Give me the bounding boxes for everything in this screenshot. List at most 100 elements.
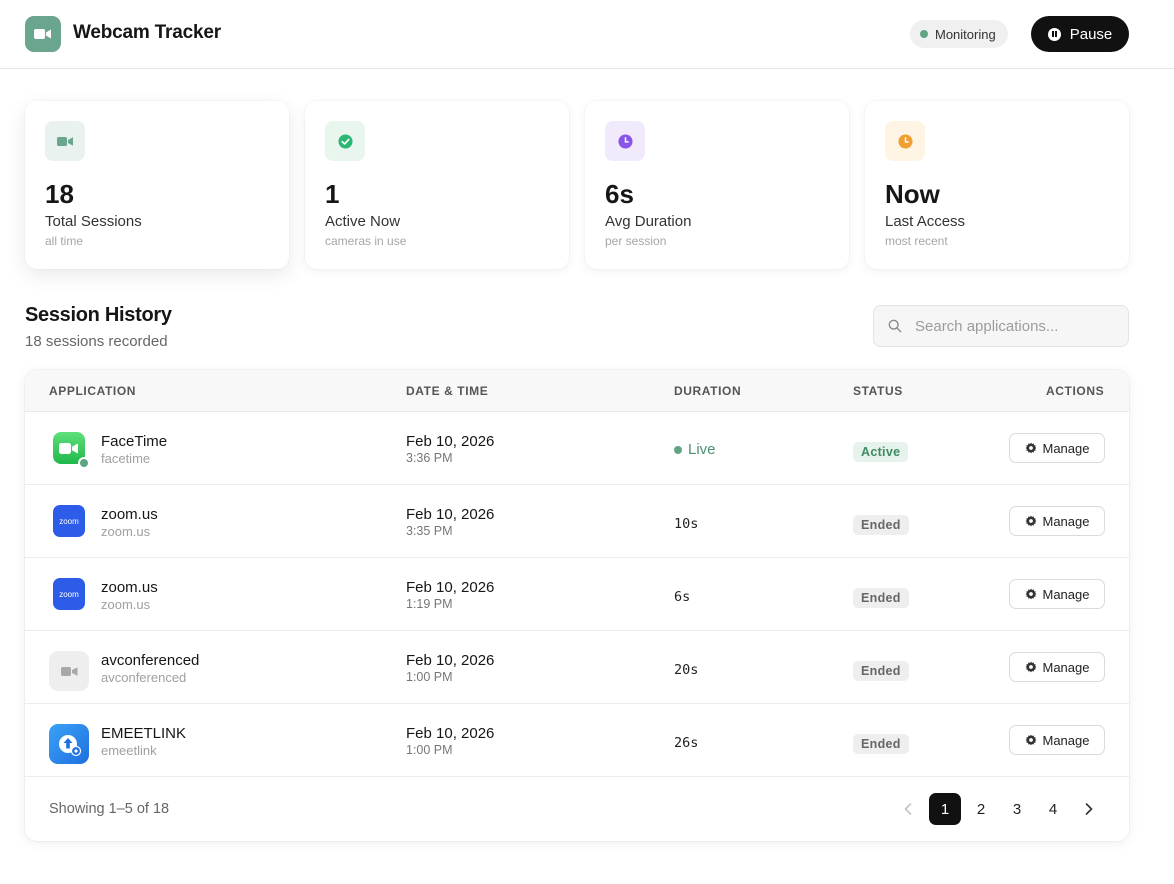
status-badge: Active xyxy=(853,442,909,462)
session-time: 3:35 PM xyxy=(406,524,453,538)
webcam-logo-icon xyxy=(25,16,61,52)
manage-label: Manage xyxy=(1042,513,1090,529)
session-time: 1:19 PM xyxy=(406,597,453,611)
check-circle-icon xyxy=(325,121,365,161)
chevron-right-icon xyxy=(1085,803,1093,815)
session-duration: 10s xyxy=(674,516,699,532)
session-time: 1:00 PM xyxy=(406,743,453,757)
section-subtitle: 18 sessions recorded xyxy=(25,333,168,350)
stat-sub: most recent xyxy=(885,234,948,248)
status-badge: Ended xyxy=(853,734,909,754)
stat-label: Active Now xyxy=(325,213,401,230)
status-badge: Ended xyxy=(853,661,909,681)
pause-button[interactable]: Pause xyxy=(1031,16,1129,52)
stat-label: Last Access xyxy=(885,213,966,230)
manage-label: Manage xyxy=(1042,732,1090,748)
table-header: APPLICATION DATE & TIME DURATION STATUS … xyxy=(25,370,1129,412)
session-date: Feb 10, 2026 xyxy=(406,433,495,450)
active-indicator-icon xyxy=(78,457,90,469)
app-name: EMEETLINK xyxy=(101,725,187,742)
manage-label: Manage xyxy=(1042,586,1090,602)
stat-value: 18 xyxy=(45,179,74,209)
next-page-button[interactable] xyxy=(1079,793,1099,825)
stat-value: 6s xyxy=(605,179,634,209)
session-duration: 26s xyxy=(674,735,699,751)
app-id: avconferenced xyxy=(101,670,187,685)
gear-icon xyxy=(1025,515,1036,527)
table-row[interactable]: zoom zoom.us zoom.us Feb 10, 2026 3:35 P… xyxy=(25,485,1129,558)
app-id: zoom.us xyxy=(101,524,151,539)
duration-value: Live xyxy=(688,441,716,458)
column-header-date-time: DATE & TIME xyxy=(406,384,489,398)
session-duration: Live xyxy=(674,441,716,458)
manage-button[interactable]: Manage xyxy=(1009,579,1105,609)
table-row[interactable]: EMEETLINK emeetlink Feb 10, 2026 1:00 PM… xyxy=(25,704,1129,777)
session-date: Feb 10, 2026 xyxy=(406,652,495,669)
manage-button[interactable]: Manage xyxy=(1009,725,1105,755)
manage-button[interactable]: Manage xyxy=(1009,506,1105,536)
clock-icon xyxy=(605,121,645,161)
session-table: APPLICATION DATE & TIME DURATION STATUS … xyxy=(25,370,1129,841)
page-button-3[interactable]: 3 xyxy=(1001,793,1033,825)
gear-icon xyxy=(1025,588,1036,600)
app-id: facetime xyxy=(101,451,151,466)
search-input[interactable] xyxy=(915,317,1115,335)
manage-label: Manage xyxy=(1042,659,1090,675)
status-badge: Ended xyxy=(853,588,909,608)
stat-sub: per session xyxy=(605,234,667,248)
prev-page-button[interactable] xyxy=(898,793,918,825)
session-date: Feb 10, 2026 xyxy=(406,579,495,596)
app-title: Webcam Tracker xyxy=(73,22,221,43)
stat-sub: cameras in use xyxy=(325,234,407,248)
page-button-4[interactable]: 4 xyxy=(1037,793,1069,825)
column-header-application: APPLICATION xyxy=(49,384,137,398)
app-id: zoom.us xyxy=(101,597,151,612)
gear-icon xyxy=(1025,734,1036,746)
session-duration: 6s xyxy=(674,589,691,605)
stat-value: Now xyxy=(885,179,940,209)
zoom-icon: zoom xyxy=(53,505,85,537)
generic-camera-icon xyxy=(49,651,89,691)
session-date: Feb 10, 2026 xyxy=(406,725,495,742)
table-row[interactable]: zoom zoom.us zoom.us Feb 10, 2026 1:19 P… xyxy=(25,558,1129,631)
app-name: zoom.us xyxy=(101,506,158,523)
stat-card-total-sessions: 18 Total Sessions all time xyxy=(25,101,289,269)
stat-label: Avg Duration xyxy=(605,213,692,230)
manage-button[interactable]: Manage xyxy=(1009,433,1105,463)
search-box[interactable] xyxy=(873,305,1129,347)
page-button-1[interactable]: 1 xyxy=(929,793,961,825)
manage-label: Manage xyxy=(1042,440,1090,456)
chevron-left-icon xyxy=(904,803,912,815)
app-id: emeetlink xyxy=(101,743,157,758)
stat-sub: all time xyxy=(45,234,84,248)
stat-value: 1 xyxy=(325,179,340,209)
zoom-logo-text: zoom xyxy=(59,516,79,526)
table-row[interactable]: avconferenced avconferenced Feb 10, 2026… xyxy=(25,631,1129,704)
status-badge: Ended xyxy=(853,515,909,535)
section-title: Session History xyxy=(25,304,172,326)
column-header-actions: ACTIONS xyxy=(1046,384,1105,398)
column-header-duration: DURATION xyxy=(674,384,742,398)
video-camera-icon xyxy=(45,121,85,161)
session-time: 3:36 PM xyxy=(406,451,453,465)
monitoring-label: Monitoring xyxy=(935,26,996,42)
search-icon xyxy=(888,319,902,333)
app-header: Webcam Tracker Monitoring Pause xyxy=(0,0,1174,69)
stat-card-avg-duration: 6s Avg Duration per session xyxy=(585,101,849,269)
zoom-icon: zoom xyxy=(53,578,85,610)
emeetlink-icon xyxy=(49,724,89,764)
zoom-logo-text: zoom xyxy=(59,589,79,599)
manage-button[interactable]: Manage xyxy=(1009,652,1105,682)
status-dot-icon xyxy=(920,30,928,38)
stat-card-last-access: Now Last Access most recent xyxy=(865,101,1129,269)
stat-card-active-now: 1 Active Now cameras in use xyxy=(305,101,569,269)
session-time: 1:00 PM xyxy=(406,670,453,684)
clock-icon xyxy=(885,121,925,161)
session-date: Feb 10, 2026 xyxy=(406,506,495,523)
table-row[interactable]: FaceTime facetime Feb 10, 2026 3:36 PM L… xyxy=(25,412,1129,485)
app-name: FaceTime xyxy=(101,433,168,450)
monitoring-status-badge: Monitoring xyxy=(910,20,1008,48)
page-button-2[interactable]: 2 xyxy=(965,793,997,825)
stat-label: Total Sessions xyxy=(45,213,142,230)
session-duration: 20s xyxy=(674,662,699,678)
